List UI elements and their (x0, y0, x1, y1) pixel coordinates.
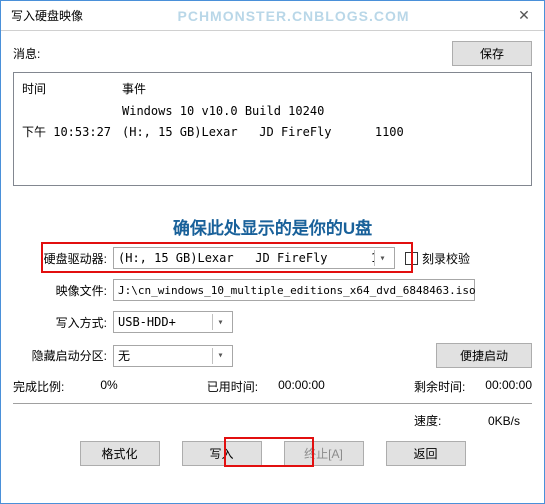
log-box[interactable]: 时间 事件 Windows 10 v10.0 Build 10240 下午 10… (13, 72, 532, 186)
drive-label: 硬盘驱动器: (13, 250, 113, 267)
engrave-check-label: 刻录校验 (422, 250, 470, 267)
chevron-down-icon: ▾ (212, 348, 228, 364)
save-button[interactable]: 保存 (452, 41, 532, 66)
drive-row: 硬盘驱动器: (H:, 15 GB)Lexar JD FireFly 1100 … (13, 247, 532, 269)
message-label: 消息: (13, 45, 40, 62)
log-time-1: 下午 10:53:27 (22, 122, 122, 142)
image-row: 映像文件: J:\cn_windows_10_multiple_editions… (13, 279, 532, 301)
method-value: USB-HDD+ (118, 315, 212, 329)
form-area: 硬盘驱动器: (H:, 15 GB)Lexar JD FireFly 1100 … (13, 247, 532, 466)
content-area: 消息: 保存 时间 事件 Windows 10 v10.0 Build 1024… (1, 31, 544, 476)
elapsed-value: 00:00:00 (278, 378, 325, 395)
image-file-value: J:\cn_windows_10_multiple_editions_x64_d… (118, 284, 476, 297)
abort-button: 终止[A] (284, 441, 364, 466)
chevron-down-icon: ▾ (374, 250, 390, 266)
image-file-input[interactable]: J:\cn_windows_10_multiple_editions_x64_d… (113, 279, 475, 301)
hidden-label: 隐藏启动分区: (13, 347, 113, 364)
progress-separator (13, 403, 532, 404)
chevron-down-icon: ▾ (212, 314, 228, 330)
engrave-check-row[interactable]: 刻录校验 (405, 250, 470, 267)
button-row: 格式化 写入 终止[A] 返回 (13, 441, 532, 466)
remain-label: 剩余时间: (414, 378, 465, 395)
stats-row: 完成比例: 0% 已用时间: 00:00:00 剩余时间: 00:00:00 (13, 378, 532, 395)
log-event-0: Windows 10 v10.0 Build 10240 (122, 101, 523, 121)
close-icon: ✕ (518, 7, 530, 24)
speed-value: 0KB/s (488, 414, 520, 428)
progress-value: 0% (100, 378, 117, 395)
easyboot-button[interactable]: 便捷启动 (436, 343, 532, 368)
progress-label: 完成比例: (13, 378, 64, 395)
close-button[interactable]: ✕ (504, 1, 544, 31)
remain-value: 00:00:00 (485, 378, 532, 395)
log-time-empty (22, 101, 122, 121)
message-row: 消息: 保存 (13, 41, 532, 66)
engrave-checkbox[interactable] (405, 252, 418, 265)
title-bar: 写入硬盘映像 PCHMONSTER.CNBLOGS.COM ✕ (1, 1, 544, 31)
drive-select[interactable]: (H:, 15 GB)Lexar JD FireFly 1100 ▾ (113, 247, 395, 269)
method-row: 写入方式: USB-HDD+ ▾ (13, 311, 532, 333)
hidden-value: 无 (118, 347, 212, 364)
log-event-1: (H:, 15 GB)Lexar JD FireFly 1100 (122, 122, 523, 142)
method-label: 写入方式: (13, 314, 113, 331)
speed-label: 速度: (414, 414, 441, 428)
speed-row: 速度: 0KB/s (13, 412, 532, 429)
hidden-select[interactable]: 无 ▾ (113, 345, 233, 367)
log-header-event: 事件 (122, 79, 146, 99)
back-button[interactable]: 返回 (386, 441, 466, 466)
write-button[interactable]: 写入 (182, 441, 262, 466)
watermark-text: PCHMONSTER.CNBLOGS.COM (83, 8, 504, 24)
annotation-text: 确保此处显示的是你的U盘 (13, 214, 532, 239)
drive-value: (H:, 15 GB)Lexar JD FireFly 1100 (118, 251, 374, 265)
elapsed-label: 已用时间: (207, 378, 258, 395)
method-select[interactable]: USB-HDD+ ▾ (113, 311, 233, 333)
hidden-row: 隐藏启动分区: 无 ▾ 便捷启动 (13, 343, 532, 368)
log-header-time: 时间 (22, 79, 122, 99)
window-title: 写入硬盘映像 (11, 7, 83, 24)
image-label: 映像文件: (13, 282, 113, 299)
format-button[interactable]: 格式化 (80, 441, 160, 466)
